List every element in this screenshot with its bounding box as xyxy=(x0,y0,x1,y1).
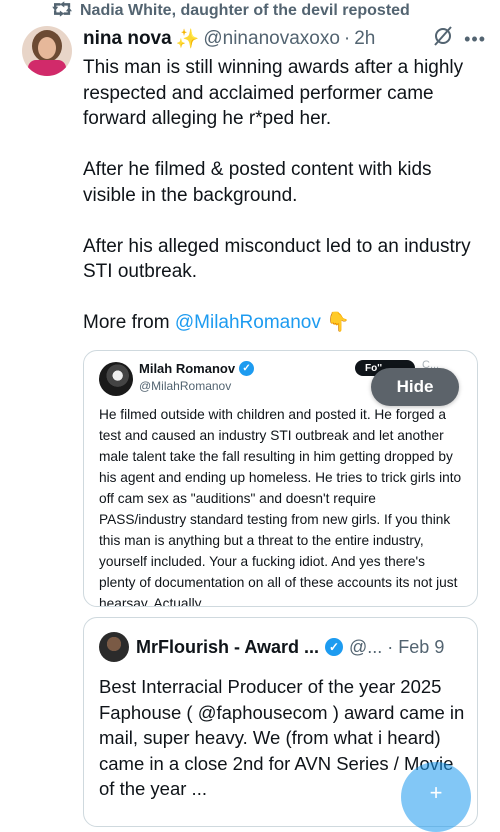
sparkles-emoji: ✨ xyxy=(175,29,200,50)
quote-avatar[interactable] xyxy=(99,362,133,396)
quote2-date[interactable]: Feb 9 xyxy=(398,637,444,658)
compose-post-icon: + xyxy=(429,780,443,805)
post-body: This man is still winning awards after a… xyxy=(83,57,471,282)
hide-button[interactable]: Hide xyxy=(371,368,459,406)
quote2-author-handle[interactable]: @... · xyxy=(349,637,393,658)
repost-header[interactable]: ⮔ Nadia White, daughter of the devil rep… xyxy=(52,0,410,22)
author-name[interactable]: nina nova xyxy=(83,28,172,50)
more-from-line: More from @MilahRomanov 👇 xyxy=(83,310,350,335)
repost-icon: ⮔ xyxy=(52,0,73,19)
quote-author-handle[interactable]: @MilahRomanov xyxy=(139,379,231,393)
mention-link[interactable]: @MilahRomanov xyxy=(175,312,321,333)
more-icon[interactable]: ••• xyxy=(464,29,486,50)
compose-post-button[interactable]: + xyxy=(401,762,471,832)
quote-author-name: Milah Romanov xyxy=(139,361,236,376)
quote2-author-name[interactable]: MrFlourish - Award ... xyxy=(136,637,319,658)
quote2-header: MrFlourish - Award ... ✓ @... · Feb 9 xyxy=(136,634,463,660)
post-time[interactable]: 2h xyxy=(354,28,375,50)
more-prefix: More from xyxy=(83,312,170,333)
repost-text: Nadia White, daughter of the devil repos… xyxy=(80,2,410,19)
quote-author[interactable]: Milah Romanov ✓ xyxy=(139,361,255,376)
post-header: nina nova ✨ @ninanovaxoxo · 2h ••• xyxy=(83,26,486,52)
quote2-avatar[interactable] xyxy=(99,632,129,662)
separator: · xyxy=(343,28,351,49)
quote-text: He filmed outside with children and post… xyxy=(99,407,462,607)
verified-badge-icon: ✓ xyxy=(239,361,255,376)
pointing-down-emoji: 👇 xyxy=(326,312,350,333)
verified-badge-icon: ✓ xyxy=(325,638,344,656)
quoted-post-milah[interactable]: Milah Romanov ✓ @MilahRomanov Fo'' C... … xyxy=(83,350,478,607)
author-handle[interactable]: @ninanovaxoxo xyxy=(203,28,340,50)
author-avatar[interactable] xyxy=(22,26,72,76)
grok-icon[interactable] xyxy=(432,25,454,53)
